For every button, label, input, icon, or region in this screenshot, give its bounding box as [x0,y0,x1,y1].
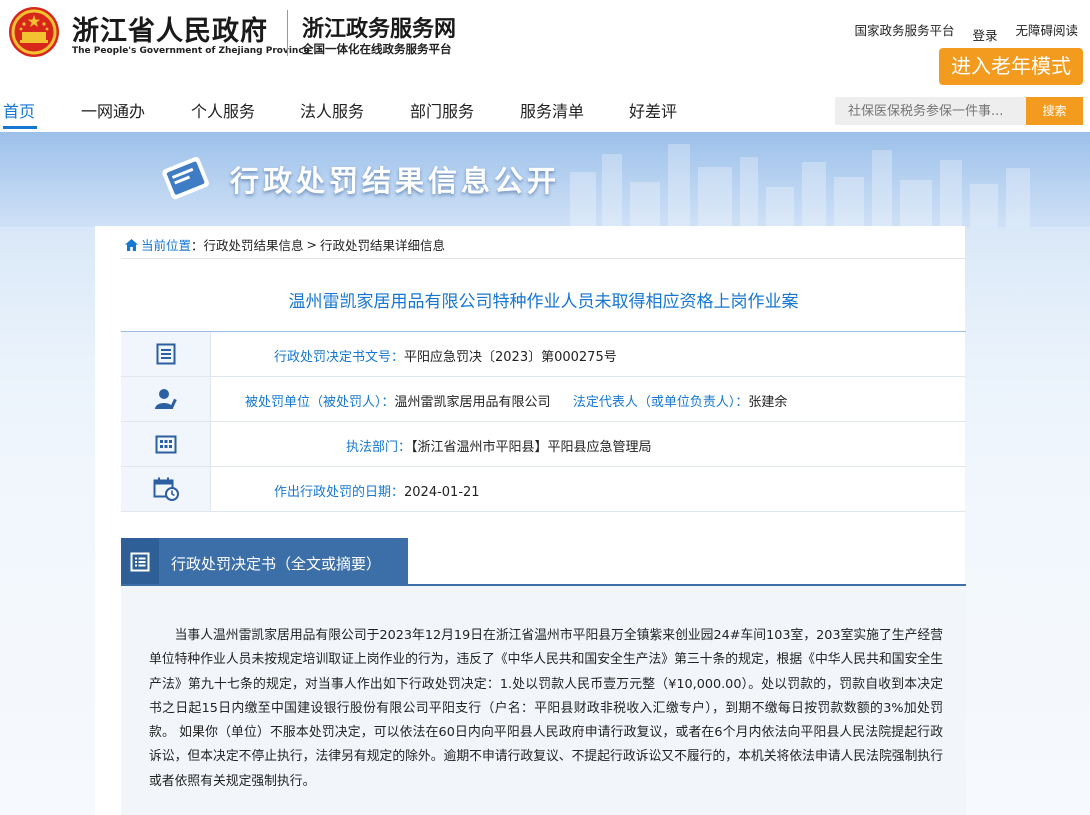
national-emblem-icon [9,7,59,57]
person-icon [154,389,177,409]
gov-title: 浙江省人民政府 [72,16,268,47]
search-box [835,97,1028,125]
breadcrumb-colon: ： [191,238,204,253]
service-title: 浙江政务服务网 [302,16,457,42]
accessibility-link[interactable]: 无障碍阅读 [1015,20,1078,39]
search-button[interactable]: 搜索 [1026,97,1083,125]
nav-item-legal-entity[interactable]: 法人服务 [300,98,364,122]
breadcrumb-divider [121,258,966,259]
info-row-date: 作出行政处罚的日期：2024-01-21 [121,467,966,512]
national-platform-link[interactable]: 国家政务服务平台 [854,20,954,39]
case-title: 温州雷凯家居用品有限公司特种作业人员未取得相应资格上岗作业案 [288,292,799,312]
main-nav: 首页 一网通办 个人服务 法人服务 部门服务 服务清单 好差评 搜索 [0,90,1090,132]
nav-item-one-stop[interactable]: 一网通办 [81,98,145,122]
date-value: 2024-01-21 [404,485,480,500]
header-divider [287,10,288,56]
site-header: 浙江省人民政府 The People's Government of Zheji… [0,0,1090,90]
decision-no-value: 平阳应急罚决〔2023〕第000275号 [404,350,617,365]
decision-text-panel: 当事人温州雷凯家居用品有限公司于2023年12月19日在浙江省温州市平阳县万全镇… [121,586,966,815]
decision-text: 当事人温州雷凯家居用品有限公司于2023年12月19日在浙江省温州市平阳县万全镇… [149,628,943,789]
party-label: 被处罚单位（被处罚人）： [245,395,395,410]
list-icon [130,552,150,572]
party-value: 温州雷凯家居用品有限公司 [394,395,551,410]
nav-item-rating[interactable]: 好差评 [629,98,677,122]
search-input[interactable] [835,97,1028,125]
elder-mode-button[interactable]: 进入老年模式 [939,48,1083,85]
nav-item-service-list[interactable]: 服务清单 [520,98,584,122]
agency-value: 【浙江省温州市平阳县】平阳县应急管理局 [411,440,652,455]
gov-title-en: The People's Government of Zhejiang Prov… [72,46,310,56]
home-icon [125,238,138,251]
login-link[interactable]: 登录 [972,25,997,44]
decision-no-label: 行政处罚决定书文号： [274,350,405,365]
book-icon [162,156,209,200]
city-skyline-decoration [570,144,1030,227]
info-row-decision-no: 行政处罚决定书文号：平阳应急罚决〔2023〕第000275号 [121,332,966,377]
breadcrumb-prefix: 当前位置 [141,238,192,253]
banner-title: 行政处罚结果信息公开 [230,164,561,198]
nav-item-department[interactable]: 部门服务 [410,98,474,122]
legal-rep-value: 张建余 [748,395,788,410]
info-row-agency: 执法部门：【浙江省温州市平阳县】平阳县应急管理局 [121,422,966,467]
case-info-table: 行政处罚决定书文号：平阳应急罚决〔2023〕第000275号 被处罚单位（被处罚… [121,331,966,512]
breadcrumb-item-penalty-info[interactable]: 行政处罚结果信息 [204,235,304,254]
breadcrumb: 当前位置 ： 行政处罚结果信息 > 行政处罚结果详细信息 [125,235,445,254]
date-label: 作出行政处罚的日期： [274,485,405,500]
breadcrumb-item-detail: 行政处罚结果详细信息 [320,238,446,253]
nav-active-indicator [3,126,37,129]
decision-section-title: 行政处罚决定书（全文或摘要） [171,555,382,573]
nav-item-personal[interactable]: 个人服务 [191,98,255,122]
decision-section-header: 行政处罚决定书（全文或摘要） [121,538,408,586]
top-links: 国家政务服务平台 登录 无障碍阅读 [854,20,1078,44]
info-row-party: 被处罚单位（被处罚人）：温州雷凯家居用品有限公司 法定代表人（或单位负责人）：张… [121,377,966,422]
calendar-icon [153,477,179,501]
agency-label: 执法部门： [346,440,412,455]
legal-rep-label: 法定代表人（或单位负责人）： [572,395,749,410]
document-icon [156,343,175,365]
breadcrumb-separator: > [306,237,318,252]
service-subtitle: 全国一体化在线政务服务平台 [302,42,452,56]
nav-item-home[interactable]: 首页 [3,98,35,122]
building-icon [155,435,176,454]
